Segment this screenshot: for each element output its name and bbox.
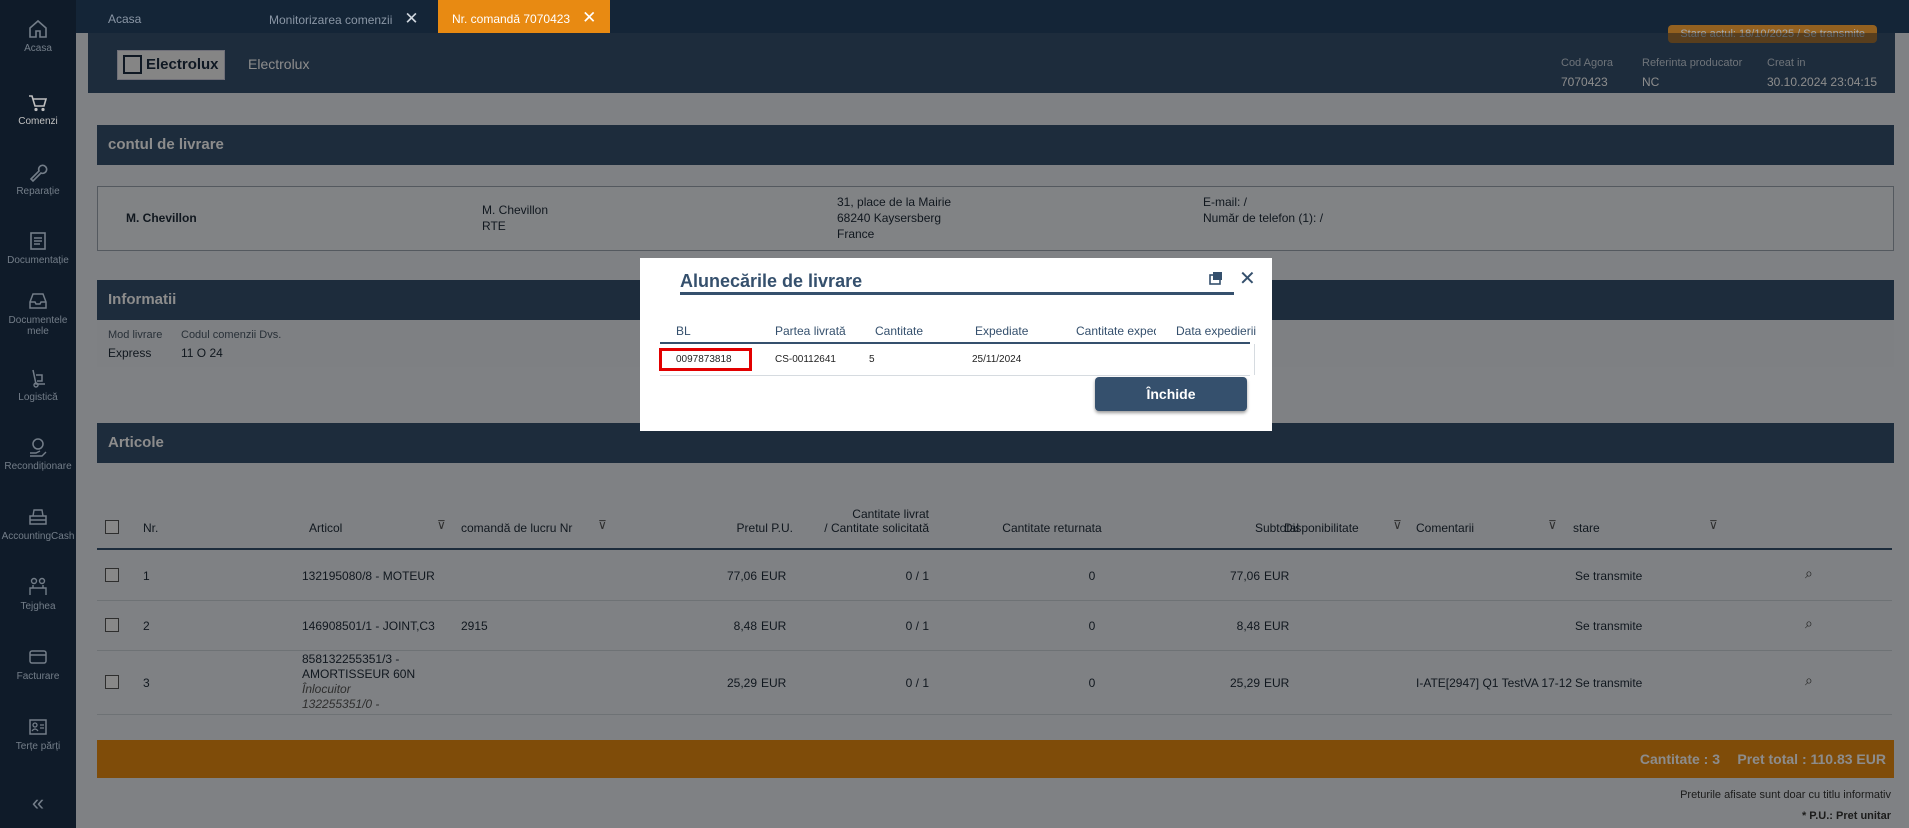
tab-label: Monitorizarea comenzii — [269, 13, 393, 27]
tab-comanda[interactable]: Nr. comandă 7070423 ✕ — [438, 0, 611, 33]
cell-cantitate: 5 — [869, 354, 875, 365]
close-tab-icon[interactable]: ✕ — [404, 9, 418, 28]
tab-label: Acasa — [108, 12, 142, 26]
table-border — [1254, 344, 1255, 375]
col-cantitate: Cantitate — [875, 324, 924, 338]
dialog-title: Alunecările de livrare — [680, 271, 863, 291]
row-divider — [660, 375, 1250, 376]
col-partea-livrata: Partea livrată — [775, 324, 846, 338]
col-expediate: Expediate — [975, 324, 1029, 338]
cell-partea-livrata: CS-00112641 — [775, 354, 836, 365]
close-icon[interactable]: ✕ — [1239, 266, 1256, 291]
maximize-icon[interactable] — [1208, 270, 1224, 291]
tab-bar: Acasa Monitorizarea comenzii ✕ Nr. comand… — [76, 0, 1909, 33]
close-tab-icon[interactable]: ✕ — [582, 8, 596, 27]
tab-acasa[interactable]: Acasa — [94, 0, 155, 33]
col-cantitate-expediata: Cantitate expediată — [1076, 324, 1156, 338]
highlight-box — [659, 348, 752, 371]
tab-monitorizarea-comenzii[interactable]: Monitorizarea comenzii ✕ — [255, 0, 433, 33]
sidebar-backdrop — [0, 0, 76, 828]
header-divider — [660, 342, 1250, 344]
col-data-expedierii: Data expedierii — [1176, 324, 1256, 338]
col-bl: BL — [676, 324, 691, 338]
cell-expediate: 25/11/2024 — [972, 354, 1022, 365]
tab-label: Nr. comandă 7070423 — [452, 12, 571, 26]
title-underline — [680, 292, 1234, 295]
delivery-slips-dialog: Alunecările de livrare ✕ BL Partea livra… — [640, 258, 1272, 431]
inchide-button[interactable]: Închide — [1095, 377, 1247, 411]
